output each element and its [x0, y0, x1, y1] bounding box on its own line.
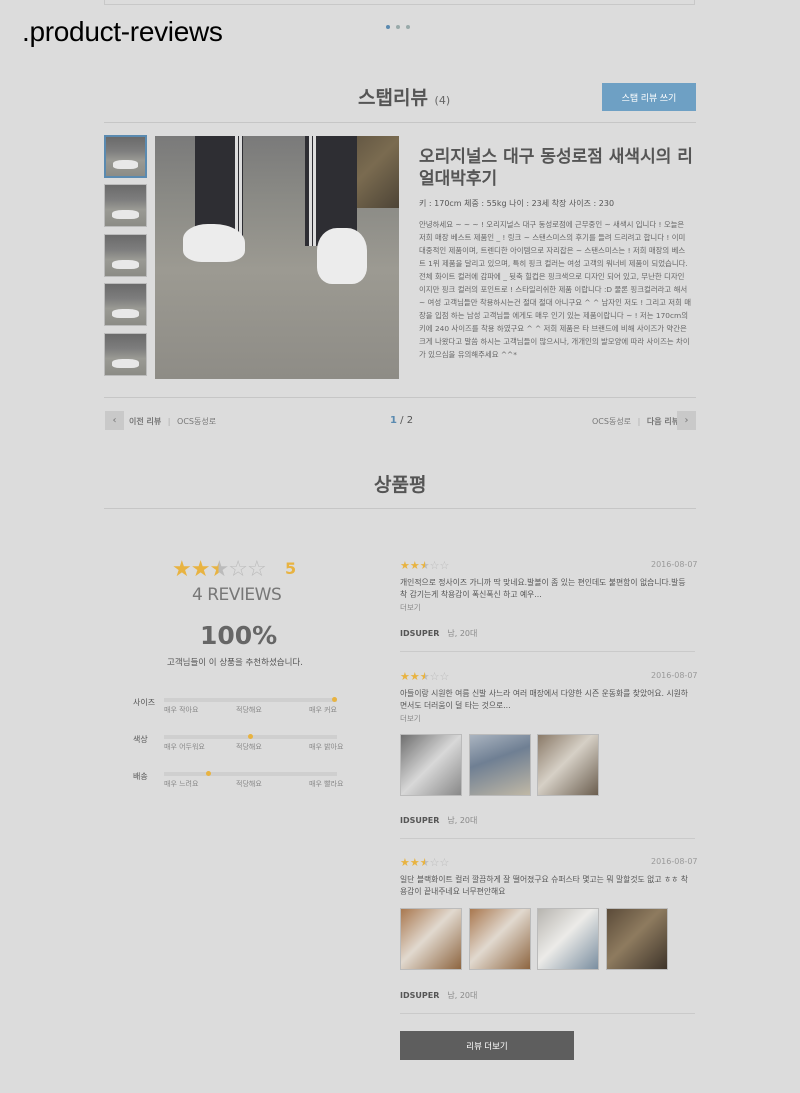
review-photo[interactable] [468, 734, 531, 796]
product-review-title: 상품평 [374, 474, 427, 496]
carousel-dots [386, 25, 410, 29]
attribute-bar [164, 734, 337, 739]
attribute-scale-label: 매우 커요 [309, 706, 337, 714]
review-photo[interactable] [468, 908, 531, 970]
recommend-percent: 100% [200, 621, 278, 650]
review-text: 개인적으로 정사이즈 가니까 딱 맞네요.발볼이 좀 있는 편인데도 불편함이 … [400, 578, 686, 599]
review-user-info: 남, 20대 [447, 816, 478, 825]
review-photo[interactable] [400, 734, 462, 796]
style-review-post-body: 안녕하세요 ~ ~ ~ ! 오리지널스 대구 동성로점에 근무중인 ~ 새색시 … [419, 220, 692, 359]
write-style-review-button[interactable]: 스탭 리뷰 쓰기 [602, 83, 696, 111]
review-date: 2016-08-07 [651, 560, 698, 569]
review-photo[interactable] [537, 734, 599, 796]
review-username: IDSUPER [400, 629, 440, 638]
next-review-link[interactable]: OCS동성로 | 다음 리뷰 [592, 416, 679, 427]
next-review-store: OCS동성로 [592, 417, 632, 426]
divider [104, 397, 696, 398]
review-divider [400, 838, 695, 839]
review-user-info: 남, 20대 [447, 991, 478, 1000]
attribute-bar [164, 771, 337, 776]
style-review-heading: 스탭리뷰 [358, 87, 428, 109]
review-page-indicator: 1 / 2 [390, 415, 413, 426]
total-pages: / 2 [400, 415, 414, 426]
prev-review-label: 이전 리뷰 [129, 417, 162, 426]
review-thumbnail[interactable] [104, 135, 147, 178]
attribute-marker [248, 734, 253, 739]
review-photo[interactable] [400, 908, 462, 970]
review-author: IDSUPER 남, 20대 [400, 815, 477, 826]
carousel-dot[interactable] [386, 25, 390, 29]
style-review-count: (4) [434, 94, 451, 107]
carousel-dot[interactable] [406, 25, 410, 29]
next-review-label: 다음 리뷰 [646, 417, 680, 426]
attribute-marker [206, 771, 211, 776]
carousel-frame [104, 0, 695, 5]
attribute-scale-label: 매우 느려요 [164, 780, 199, 788]
review-text: 일단 블랙화이트 컬러 깔끔하게 잘 떨어졌구요 슈퍼스타 몇고는 뭐 말할것도… [400, 875, 688, 896]
review-thumbnail[interactable] [104, 234, 147, 277]
attribute-label: 색상 [133, 735, 148, 744]
review-username: IDSUPER [400, 991, 440, 1000]
review-more-link[interactable]: 더보기 [400, 602, 421, 613]
chevron-right-icon: › [684, 415, 689, 426]
style-review-post-meta: 키 : 170cm 체중 : 55kg 나이 : 23세 착장 사이즈 : 23… [419, 199, 615, 208]
attribute-scale-label: 매우 작아요 [164, 706, 199, 714]
attribute-scale-label: 매우 밝아요 [309, 743, 344, 751]
carousel-dot[interactable] [396, 25, 400, 29]
current-page: 1 [390, 415, 397, 426]
attribute-scale-label: 매우 빨라요 [309, 780, 344, 788]
review-thumbnail[interactable] [104, 333, 147, 376]
attribute-marker [332, 697, 337, 702]
section-caption: .product-reviews [22, 16, 223, 47]
attribute-scale-label: 매우 어두워요 [164, 743, 205, 751]
review-thumbnail[interactable] [104, 184, 147, 227]
review-author: IDSUPER 남, 20대 [400, 990, 477, 1001]
prev-review-button[interactable]: ‹ [105, 411, 124, 430]
review-date: 2016-08-07 [651, 671, 698, 680]
review-username: IDSUPER [400, 816, 440, 825]
attribute-scale-label: 적당해요 [236, 706, 262, 714]
review-divider [400, 1013, 695, 1014]
prev-review-link[interactable]: 이전 리뷰 | OCS동성로 [129, 416, 216, 427]
prev-review-store: OCS동성로 [177, 417, 217, 426]
divider [104, 122, 696, 123]
recommend-text: 고객님들이 이 상품을 추천하셨습니다. [167, 658, 303, 668]
review-thumbnail[interactable] [104, 283, 147, 326]
review-rating-stars: ★★★☆☆ [400, 856, 450, 869]
review-photo[interactable] [605, 908, 668, 970]
style-review-title: 스탭리뷰 (4) [358, 83, 450, 110]
review-divider [400, 651, 695, 652]
review-date: 2016-08-07 [651, 857, 698, 866]
attribute-bar [164, 697, 337, 702]
review-text: 아들이랑 시원한 여름 신발 사느라 여러 매장에서 다양한 시즌 운동화를 찾… [400, 689, 688, 710]
attribute-label: 배송 [133, 772, 148, 781]
style-review-post-title: 오리지널스 대구 동성로점 새색시의 리얼대박후기 [419, 147, 693, 189]
review-rating-stars: ★★★☆☆ [400, 559, 450, 572]
summary-reviews-count: 4 REVIEWS [192, 585, 282, 605]
review-author: IDSUPER 남, 20대 [400, 628, 477, 639]
review-more-link[interactable]: 더보기 [400, 713, 421, 724]
review-photo[interactable] [537, 908, 599, 970]
summary-score: 5 [285, 559, 297, 578]
summary-rating-stars: ★★★☆☆ [172, 557, 267, 582]
next-review-button[interactable]: › [677, 411, 696, 430]
attribute-label: 사이즈 [133, 698, 156, 707]
review-user-info: 남, 20대 [447, 629, 478, 638]
more-reviews-button[interactable]: 리뷰 더보기 [400, 1031, 574, 1060]
review-main-photo [155, 136, 399, 379]
review-rating-stars: ★★★☆☆ [400, 670, 450, 683]
chevron-left-icon: ‹ [112, 415, 117, 426]
attribute-scale-label: 적당해요 [236, 780, 262, 788]
divider [104, 508, 696, 509]
attribute-scale-label: 적당해요 [236, 743, 262, 751]
